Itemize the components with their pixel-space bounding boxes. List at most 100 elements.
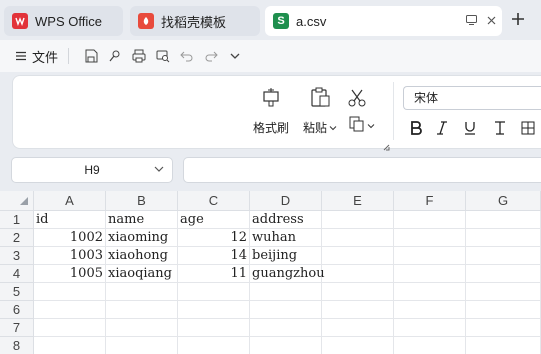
chevron-down-icon[interactable] <box>223 44 247 68</box>
row-header-1[interactable]: 1 <box>0 211 34 229</box>
cell-g4[interactable] <box>466 265 541 283</box>
cell-b1[interactable]: name <box>106 211 178 229</box>
tab-daoke-templates[interactable]: 找稻壳模板 <box>130 6 260 36</box>
print-preview-icon[interactable] <box>151 44 175 68</box>
paste-dropdown-icon[interactable] <box>329 121 337 135</box>
cell-c7[interactable] <box>178 319 250 337</box>
cell-g3[interactable] <box>466 247 541 265</box>
tab-wps-office[interactable]: WPS Office <box>4 6 123 36</box>
row-header-4[interactable]: 4 <box>0 265 34 283</box>
row-header-2[interactable]: 2 <box>0 229 34 247</box>
cell-f2[interactable] <box>394 229 466 247</box>
bold-icon[interactable] <box>405 118 427 138</box>
window-restore-icon[interactable] <box>466 14 477 28</box>
row-header-7[interactable]: 7 <box>0 319 34 337</box>
column-header-g[interactable]: G <box>466 191 541 211</box>
cell-a7[interactable] <box>34 319 106 337</box>
cell-f1[interactable] <box>394 211 466 229</box>
cell-g6[interactable] <box>466 301 541 319</box>
chevron-down-icon[interactable] <box>154 164 164 177</box>
file-menu[interactable]: 文件 <box>16 44 58 68</box>
cell-a4[interactable]: 1005 <box>34 265 106 283</box>
copy-button[interactable] <box>349 116 375 135</box>
redo-icon[interactable] <box>199 44 223 68</box>
cell-d6[interactable] <box>250 301 322 319</box>
cell-b6[interactable] <box>106 301 178 319</box>
cell-d1[interactable]: address <box>250 211 322 229</box>
cell-e3[interactable] <box>322 247 394 265</box>
cell-f3[interactable] <box>394 247 466 265</box>
borders-icon[interactable] <box>517 118 539 138</box>
name-box[interactable]: H9 <box>11 157 173 183</box>
cell-f4[interactable] <box>394 265 466 283</box>
cell-c4[interactable]: 11 <box>178 265 250 283</box>
cell-d4[interactable]: guangzhou <box>250 265 325 283</box>
underline-icon[interactable] <box>459 118 481 138</box>
tab-a-csv[interactable]: S a.csv <box>265 6 502 36</box>
select-all-corner[interactable] <box>0 191 34 211</box>
cell-e2[interactable] <box>322 229 394 247</box>
cut-button[interactable] <box>347 88 367 111</box>
column-header-e[interactable]: E <box>322 191 394 211</box>
cell-d7[interactable] <box>250 319 322 337</box>
cell-g2[interactable] <box>466 229 541 247</box>
cell-c5[interactable] <box>178 283 250 301</box>
row-header-5[interactable]: 5 <box>0 283 34 301</box>
cell-a5[interactable] <box>34 283 106 301</box>
row-header-3[interactable]: 3 <box>0 247 34 265</box>
undo-icon[interactable] <box>175 44 199 68</box>
cell-a8[interactable] <box>34 337 106 354</box>
cell-d5[interactable] <box>250 283 322 301</box>
cell-g1[interactable] <box>466 211 541 229</box>
cell-a1[interactable]: id <box>34 211 106 229</box>
cell-e5[interactable] <box>322 283 394 301</box>
formula-input[interactable] <box>183 157 541 183</box>
cell-a2[interactable]: 1002 <box>34 229 106 247</box>
cell-c6[interactable] <box>178 301 250 319</box>
cell-c2[interactable]: 12 <box>178 229 250 247</box>
cell-c1[interactable]: age <box>178 211 250 229</box>
font-name-select[interactable]: 宋体 <box>403 86 541 110</box>
strikethrough-icon[interactable] <box>489 118 511 138</box>
cell-b3[interactable]: xiaohong <box>106 247 178 265</box>
save-icon[interactable] <box>79 44 103 68</box>
italic-icon[interactable] <box>431 118 453 138</box>
column-header-d[interactable]: D <box>250 191 322 211</box>
paste-button[interactable]: 粘贴 <box>303 86 337 136</box>
column-header-a[interactable]: A <box>34 191 106 211</box>
cell-d8[interactable] <box>250 337 322 354</box>
print-icon[interactable] <box>127 44 151 68</box>
cell-d2[interactable]: wuhan <box>250 229 322 247</box>
cell-c3[interactable]: 14 <box>178 247 250 265</box>
cell-c8[interactable] <box>178 337 250 354</box>
close-tab-icon[interactable] <box>487 14 496 28</box>
cell-g5[interactable] <box>466 283 541 301</box>
cell-g7[interactable] <box>466 319 541 337</box>
cell-b4[interactable]: xiaoqiang <box>106 265 178 283</box>
cell-f6[interactable] <box>394 301 466 319</box>
new-tab-plus-icon[interactable] <box>511 9 525 32</box>
cell-b7[interactable] <box>106 319 178 337</box>
cell-e1[interactable] <box>322 211 394 229</box>
cell-e4[interactable] <box>322 265 394 283</box>
cell-a6[interactable] <box>34 301 106 319</box>
cell-b8[interactable] <box>106 337 178 354</box>
cell-f5[interactable] <box>394 283 466 301</box>
column-header-c[interactable]: C <box>178 191 250 211</box>
column-header-b[interactable]: B <box>106 191 178 211</box>
row-header-6[interactable]: 6 <box>0 301 34 319</box>
cell-f8[interactable] <box>394 337 466 354</box>
format-painter-button[interactable]: 格式刷 <box>253 86 289 136</box>
row-header-8[interactable]: 8 <box>0 337 34 354</box>
cell-e7[interactable] <box>322 319 394 337</box>
cell-e6[interactable] <box>322 301 394 319</box>
link-icon[interactable] <box>103 44 127 68</box>
cell-e8[interactable] <box>322 337 394 354</box>
cell-d3[interactable]: beijing <box>250 247 322 265</box>
column-header-f[interactable]: F <box>394 191 466 211</box>
cell-b5[interactable] <box>106 283 178 301</box>
cell-a3[interactable]: 1003 <box>34 247 106 265</box>
cell-f7[interactable] <box>394 319 466 337</box>
cell-b2[interactable]: xiaoming <box>106 229 178 247</box>
cell-g8[interactable] <box>466 337 541 354</box>
